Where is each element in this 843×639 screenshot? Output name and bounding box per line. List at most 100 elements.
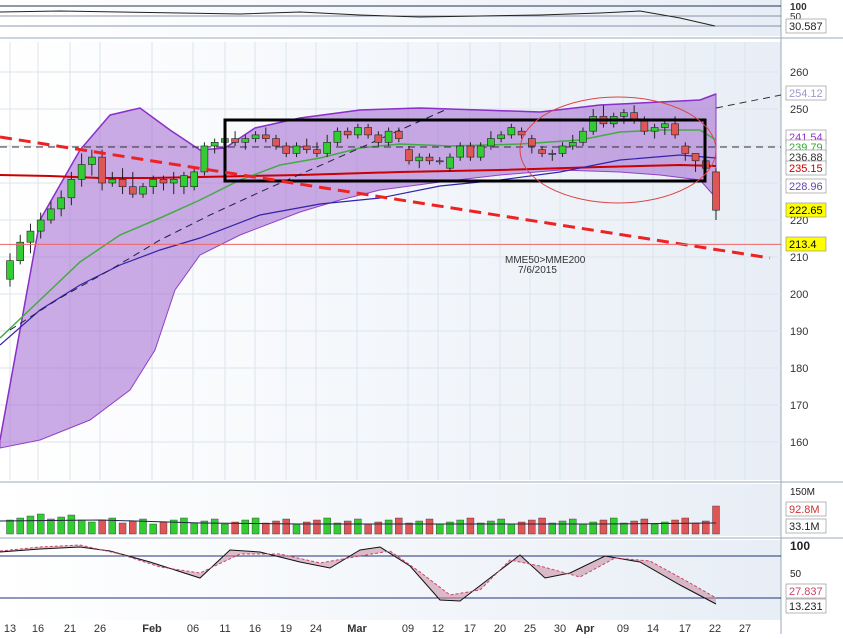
volume-bar	[558, 520, 567, 535]
volume-bar	[712, 505, 720, 535]
x-tick-label: 17	[679, 623, 691, 634]
volume-bar	[538, 517, 546, 535]
volume-tick: 150M	[790, 487, 815, 498]
volume-bar	[569, 518, 577, 535]
volume-bar	[241, 519, 250, 535]
x-tick-label: 25	[524, 623, 536, 634]
volume-bar	[343, 520, 352, 535]
candle-body	[691, 153, 700, 162]
candle-body	[118, 179, 127, 188]
volume-bar	[609, 517, 618, 535]
x-tick-label: 14	[647, 623, 659, 634]
volume-bar	[98, 519, 106, 535]
candle-body	[210, 142, 219, 147]
candle-body	[139, 186, 147, 195]
x-tick-label: 26	[94, 623, 106, 634]
price-value-label: 213.4	[789, 239, 817, 251]
volume-bar	[599, 519, 608, 535]
top-oscillator-panel	[0, 0, 781, 36]
x-tick-label: 17	[464, 623, 476, 634]
volume-bar	[395, 517, 403, 535]
volume-bar	[487, 520, 495, 535]
candle-body	[661, 123, 669, 128]
candle-body	[456, 145, 465, 158]
volume-bar	[671, 519, 679, 535]
y-tick-label: 210	[790, 252, 808, 264]
candle-body	[251, 134, 260, 139]
candle-body	[302, 145, 311, 150]
candle-body	[528, 138, 536, 147]
volume-bar	[579, 523, 587, 535]
candle-body	[88, 156, 96, 165]
x-tick-label: 11	[219, 623, 230, 634]
volume-bar	[497, 518, 505, 535]
volume-bar	[415, 520, 423, 535]
volume-bar	[67, 514, 76, 535]
x-tick-label: 13	[4, 623, 16, 634]
x-tick-label: 24	[310, 623, 322, 634]
candle-body	[446, 156, 454, 169]
candle-body	[292, 145, 301, 154]
candle-body	[568, 142, 577, 147]
candle-body	[374, 134, 383, 143]
candle-body	[67, 179, 76, 199]
candle-body	[681, 145, 690, 154]
volume-bar	[129, 520, 137, 535]
candle-body	[671, 123, 679, 136]
volume-bar	[620, 522, 628, 535]
volume-bar	[456, 519, 464, 535]
candle-body	[241, 138, 250, 143]
volume-bar	[190, 522, 198, 535]
volume-bar	[405, 522, 413, 535]
bottom-osc-tick: 100	[790, 539, 810, 553]
candle-body	[47, 208, 55, 221]
volume-value: 33.1M	[789, 521, 820, 533]
candle-body	[282, 145, 291, 154]
volume-bar	[425, 518, 434, 535]
x-tick-label: 27	[739, 623, 751, 634]
price-value-label: 235.15	[789, 163, 823, 175]
candle-body	[384, 130, 393, 143]
volume-bar	[640, 518, 649, 535]
x-tick-label: Feb	[142, 623, 162, 634]
y-tick-label: 250	[790, 104, 808, 116]
x-tick-label: 20	[494, 623, 506, 634]
candle-body	[415, 156, 424, 162]
candle-body	[650, 127, 659, 132]
candle-body	[57, 197, 65, 210]
annotation-line-2: 7/6/2015	[518, 265, 557, 276]
candle-body	[190, 171, 198, 187]
candle-body	[159, 179, 168, 184]
volume-bar	[466, 517, 475, 535]
volume-value: 92.8M	[789, 504, 820, 516]
x-tick-label: 06	[187, 623, 199, 634]
candle-body	[343, 130, 352, 136]
y-tick-label: 170	[790, 400, 808, 412]
candle-body	[16, 241, 25, 261]
volume-bar	[251, 517, 260, 535]
y-tick-label: 200	[790, 289, 808, 301]
chart-svg: 13 16 21 26 Feb 06 11 16 19 24 Mar 09 12 17 20 25 30 Apr 0…	[0, 0, 843, 635]
candle-body	[36, 219, 45, 232]
volume-bar	[650, 523, 659, 535]
volume-bar	[180, 517, 188, 535]
volume-bar	[88, 521, 96, 535]
candle-body	[466, 145, 475, 158]
volume-bar	[26, 515, 35, 535]
volume-bar	[6, 519, 14, 535]
volume-bar	[282, 518, 290, 535]
x-tick-label: 16	[249, 623, 261, 634]
volume-bar	[354, 518, 362, 535]
candle-body	[507, 127, 516, 136]
volume-bar	[548, 522, 556, 535]
volume-bar	[528, 519, 536, 535]
candle-body	[435, 160, 444, 163]
volume-bar	[292, 523, 301, 535]
x-tick-label: 12	[432, 623, 444, 634]
x-tick-label: 16	[32, 623, 44, 634]
candle-body	[149, 179, 158, 188]
volume-bar	[77, 519, 86, 535]
candle-body	[6, 260, 14, 280]
volume-bar	[47, 518, 55, 535]
candle-body	[26, 230, 35, 243]
